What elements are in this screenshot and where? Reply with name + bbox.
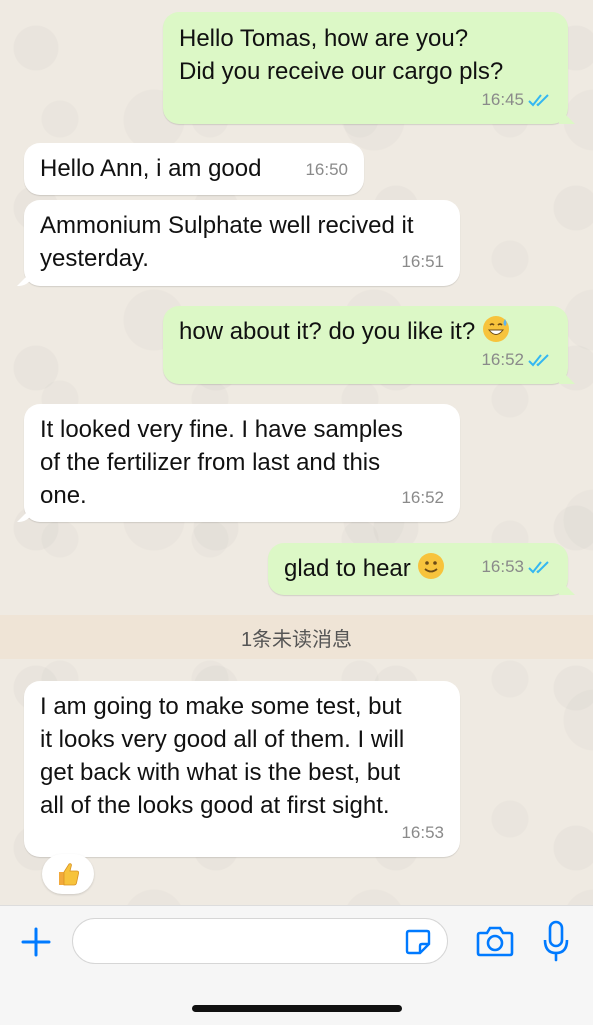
- message-bubble-outgoing[interactable]: how about it? do you like it? 16:52: [163, 306, 568, 384]
- message-meta: 16:45: [481, 83, 554, 116]
- message-meta: 16:52: [401, 481, 444, 514]
- grinning-sweat-emoji: [482, 316, 509, 342]
- message-time: 16:53: [481, 557, 524, 576]
- message-input[interactable]: [72, 918, 448, 964]
- message-text: Hello Ann, i am good: [40, 155, 262, 182]
- double-check-icon: [528, 560, 549, 573]
- unread-messages-separator: 1条未读消息: [0, 615, 593, 659]
- message-text: I am going to make some test, but it loo…: [40, 693, 405, 819]
- message-bubble-incoming[interactable]: Ammonium Sulphate well recived it yester…: [24, 200, 460, 286]
- camera-icon[interactable]: [476, 924, 514, 958]
- sticker-icon[interactable]: [404, 928, 432, 956]
- message-reaction[interactable]: [42, 854, 94, 894]
- message-bubble-outgoing[interactable]: Hello Tomas, how are you? Did you receiv…: [163, 12, 568, 124]
- plus-icon[interactable]: [18, 924, 54, 960]
- message-bubble-incoming[interactable]: Hello Ann, i am good 16:50: [24, 143, 364, 195]
- message-bubble-incoming[interactable]: It looked very fine. I have samples of t…: [24, 404, 460, 522]
- double-check-icon: [528, 353, 549, 366]
- unread-separator-label: 1条未读消息: [240, 628, 353, 651]
- message-meta: 16:50: [305, 153, 348, 186]
- message-text: glad to hear: [284, 555, 411, 582]
- message-meta: 16:51: [401, 245, 444, 278]
- message-bubble-outgoing[interactable]: glad to hear 16:53: [268, 543, 568, 595]
- message-meta: 16:53: [481, 550, 554, 583]
- double-check-icon: [528, 93, 549, 106]
- message-time: 16:51: [401, 252, 444, 271]
- message-text: Hello Tomas, how are you? Did you receiv…: [179, 25, 504, 85]
- home-indicator: [192, 1005, 402, 1012]
- message-time: 16:52: [481, 350, 524, 369]
- message-meta: 16:52: [481, 343, 554, 376]
- message-text: how about it? do you like it?: [179, 318, 476, 345]
- composer-bar: [0, 905, 593, 1025]
- thumbs-up-emoji: [59, 863, 79, 886]
- message-bubble-incoming[interactable]: I am going to make some test, but it loo…: [24, 681, 460, 857]
- message-meta: 16:53: [401, 816, 444, 849]
- message-time: 16:50: [305, 160, 348, 179]
- message-time: 16:52: [401, 488, 444, 507]
- message-time: 16:53: [401, 823, 444, 842]
- slightly-smiling-emoji: [418, 553, 445, 579]
- message-time: 16:45: [481, 90, 524, 109]
- message-text: It looked very fine. I have samples of t…: [40, 416, 403, 509]
- microphone-icon[interactable]: [542, 920, 570, 962]
- message-text: Ammonium Sulphate well recived it yester…: [40, 212, 414, 272]
